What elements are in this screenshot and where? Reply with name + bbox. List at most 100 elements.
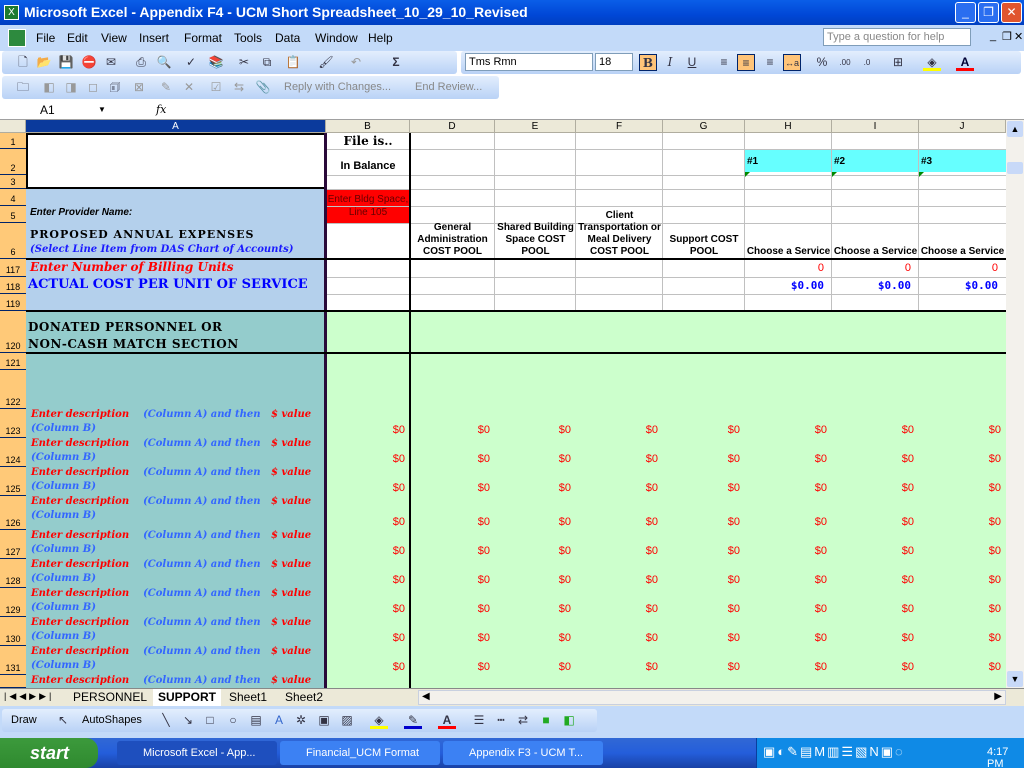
cell-d6-header[interactable]: General Administration COST POOL (410, 185, 495, 259)
value-cell[interactable]: $0 (326, 496, 409, 530)
value-cell[interactable]: $0 (919, 438, 1005, 467)
cell-i2-service-number[interactable]: #2 (834, 156, 874, 170)
value-cell[interactable]: $0 (919, 559, 1005, 588)
start-button[interactable]: start (0, 738, 98, 768)
cell-e6-header[interactable]: Shared Building Space COST POOL (495, 185, 576, 259)
select-objects-icon[interactable]: ↖ (54, 712, 72, 729)
value-cell[interactable]: $0 (495, 646, 575, 675)
draw-fill-color-icon[interactable]: ◈ (370, 712, 388, 729)
description-cell[interactable]: Enter description (Column A) and then $ … (26, 464, 324, 496)
row-header-129[interactable]: 129 (0, 588, 26, 617)
select-all-corner[interactable] (0, 120, 26, 133)
cell-h6-choose-service[interactable]: Choose a Service (745, 223, 832, 259)
scroll-left-icon[interactable]: ◀ (422, 691, 430, 702)
menu-format[interactable]: Format (184, 31, 222, 45)
cell-h118-cost[interactable]: $0.00 (745, 278, 832, 294)
menu-file[interactable]: File (36, 31, 55, 45)
arrow-icon[interactable]: ↘ (179, 712, 197, 729)
cell-b4-text[interactable]: Enter Bldg Space, Line 105 (326, 193, 410, 223)
row-header-121[interactable]: 121 (0, 353, 26, 370)
formula-input[interactable] (170, 101, 1024, 119)
value-cell[interactable]: $0 (832, 646, 918, 675)
tab-personnel[interactable]: PERSONNEL (68, 689, 152, 706)
value-cell[interactable]: $0 (326, 646, 409, 675)
row-header-123[interactable]: 123 (0, 409, 26, 438)
track-changes-icon[interactable]: ☑ (207, 79, 225, 96)
row-header-119[interactable]: 119 (0, 294, 26, 311)
row-header-127[interactable]: 127 (0, 530, 26, 559)
value-cell[interactable]: $0 (495, 530, 575, 559)
description-cell[interactable]: Enter description (Column A) and then $ … (26, 614, 324, 646)
description-cell[interactable]: Enter description (Column A) and then $ … (26, 493, 324, 530)
research-icon[interactable]: 📚 (207, 54, 225, 71)
value-cell[interactable]: $0 (745, 646, 831, 675)
new-comment-icon[interactable]: 🗀 (14, 79, 32, 96)
value-cell[interactable]: $0 (663, 559, 744, 588)
tab-sheet2[interactable]: Sheet2 (280, 689, 328, 706)
send-mail-icon[interactable]: 📎 (254, 79, 272, 96)
row-header-2[interactable]: 2 (0, 149, 26, 175)
workbook-close-icon[interactable]: ✕ (1014, 30, 1023, 43)
merge-center-button[interactable]: ↔a (783, 54, 801, 71)
copy-icon[interactable]: ⧉ (258, 54, 276, 71)
textbox-icon[interactable]: ▤ (247, 712, 265, 729)
value-cell[interactable]: $0 (832, 496, 918, 530)
value-cell[interactable]: $0 (663, 467, 744, 496)
row-header-5[interactable]: 5 (0, 206, 26, 223)
value-cell[interactable]: $0 (410, 467, 494, 496)
ink-icon[interactable]: ✎ (157, 79, 175, 96)
value-cell[interactable]: $0 (919, 409, 1005, 438)
value-cell[interactable]: $0 (919, 617, 1005, 646)
value-cell[interactable]: $0 (745, 409, 831, 438)
column-header-e[interactable]: E (495, 120, 576, 133)
vertical-scrollbar[interactable]: ▲ ▼ (1006, 120, 1024, 688)
previous-comment-icon[interactable]: ◧ (40, 79, 58, 96)
show-all-comments-icon[interactable]: 🗊 (106, 79, 124, 96)
cell-a120-line2[interactable]: NON-CASH MATCH SECTION (28, 337, 323, 353)
cell-b1-file-is[interactable]: File is.. (326, 133, 410, 149)
value-cell[interactable]: $0 (576, 588, 662, 617)
value-cell[interactable]: $0 (663, 530, 744, 559)
line-style-icon[interactable]: ☰ (470, 712, 488, 729)
description-cell[interactable]: Enter description (Column A) and then $ … (26, 406, 324, 438)
column-header-f[interactable]: F (576, 120, 663, 133)
value-cell[interactable]: $0 (745, 617, 831, 646)
cell-h117-units[interactable]: 0 (745, 260, 832, 277)
rectangle-icon[interactable]: □ (201, 712, 219, 729)
cell-j6-choose-service[interactable]: Choose a Service (919, 223, 1006, 259)
value-cell[interactable]: $0 (745, 588, 831, 617)
value-cell[interactable]: $0 (576, 617, 662, 646)
value-cell[interactable]: $0 (576, 530, 662, 559)
next-comment-icon[interactable]: ◨ (62, 79, 80, 96)
wordart-icon[interactable]: A (270, 712, 288, 729)
menu-help[interactable]: Help (368, 31, 393, 45)
value-cell[interactable]: $0 (832, 617, 918, 646)
value-cell[interactable]: $0 (410, 496, 494, 530)
font-name-select[interactable]: Tms Rmn (465, 53, 593, 71)
scroll-thumb[interactable] (1007, 162, 1023, 174)
column-header-j[interactable]: J (919, 120, 1006, 133)
italic-button[interactable]: I (661, 54, 679, 71)
scroll-up-icon[interactable]: ▲ (1007, 121, 1023, 137)
row-header-122[interactable]: 122 (0, 370, 26, 409)
row-header-131[interactable]: 131 (0, 646, 26, 675)
value-cell[interactable]: $0 (576, 438, 662, 467)
align-left-button[interactable]: ≡ (715, 54, 733, 71)
value-cell[interactable]: $0 (410, 409, 494, 438)
help-search-input[interactable]: Type a question for help (823, 28, 971, 46)
value-cell[interactable]: $0 (832, 559, 918, 588)
value-cell[interactable]: $0 (410, 646, 494, 675)
autosum-icon[interactable]: Σ (387, 54, 405, 71)
value-cell[interactable]: $0 (832, 530, 918, 559)
menu-window[interactable]: Window (315, 31, 358, 45)
value-cell[interactable]: $0 (326, 467, 409, 496)
align-right-button[interactable]: ≡ (761, 54, 779, 71)
email-icon[interactable]: ✉ (102, 54, 120, 71)
value-cell[interactable]: $0 (410, 559, 494, 588)
3d-icon[interactable]: ◧ (560, 712, 578, 729)
value-cell[interactable]: $0 (832, 409, 918, 438)
value-cell[interactable]: $0 (745, 467, 831, 496)
cell-i117-units[interactable]: 0 (832, 260, 919, 277)
insert-function-icon[interactable]: fx (156, 103, 166, 116)
font-color-icon[interactable]: A (956, 54, 974, 71)
